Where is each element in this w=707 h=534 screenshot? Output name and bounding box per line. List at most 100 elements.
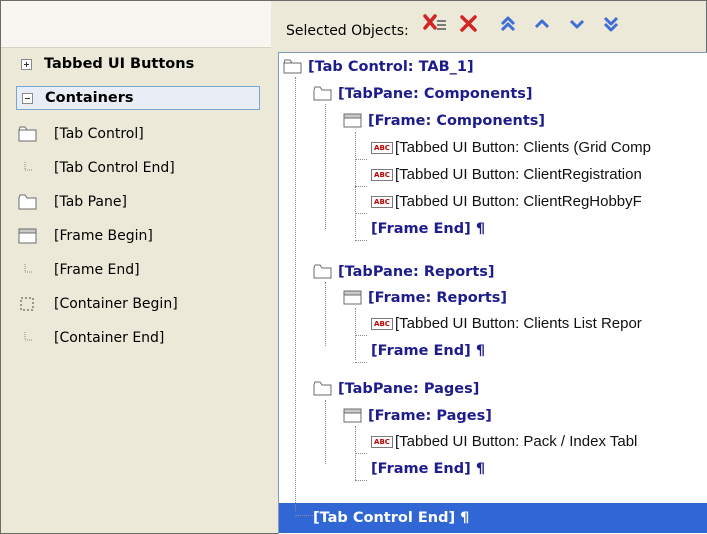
tree-node-frame-end[interactable]: [Frame End] ¶ xyxy=(371,215,485,242)
frame-icon xyxy=(343,290,362,305)
group-tabbed-ui-buttons[interactable]: Tabbed UI Buttons xyxy=(16,52,260,76)
end-marker-icon xyxy=(18,262,38,278)
move-down-button[interactable] xyxy=(564,11,590,37)
move-up-button[interactable] xyxy=(529,11,555,37)
tree-node-label: [TabPane: Components] xyxy=(338,85,533,102)
group-label: Containers xyxy=(45,90,134,106)
tree-guide xyxy=(325,104,326,229)
tree-guide xyxy=(355,186,367,187)
tree-node-label: [Tabbed UI Button: Pack / Index Tabl xyxy=(395,433,638,450)
palette-item-label: [Frame Begin] xyxy=(54,228,153,244)
tree-node-label: [Frame: Pages] xyxy=(368,407,492,424)
move-down-icon xyxy=(569,19,585,29)
abc-button-icon: ABC xyxy=(371,317,393,330)
tree-guide xyxy=(355,362,367,363)
group-label: Tabbed UI Buttons xyxy=(44,56,195,72)
tree-node-label: [Frame: Reports] xyxy=(368,289,508,306)
tree-guide xyxy=(355,308,356,360)
tree-guide xyxy=(295,77,296,511)
tree-guide xyxy=(325,400,326,464)
expand-icon[interactable] xyxy=(21,58,32,70)
tree-node-frame[interactable]: [Frame: Components] xyxy=(343,107,545,134)
delete-all-button[interactable] xyxy=(422,11,448,37)
end-marker-icon xyxy=(18,330,38,346)
tree-node-label: [Tab Control: TAB_1] xyxy=(308,58,474,75)
tree-node-button[interactable]: ABC [Tabbed UI Button: ClientRegHobbyF xyxy=(371,188,642,215)
tree-guide xyxy=(355,159,367,160)
abc-button-icon: ABC xyxy=(371,435,393,448)
tree-node-label: [TabPane: Pages] xyxy=(338,380,480,397)
move-bottom-icon xyxy=(603,16,619,32)
tree-guide xyxy=(325,282,326,346)
move-top-button[interactable] xyxy=(495,11,521,37)
tree-node-label: [TabPane: Reports] xyxy=(338,263,495,280)
frame-icon xyxy=(18,228,38,244)
tree-node-tab-control-end[interactable]: [Tab Control End] ¶ xyxy=(313,504,469,531)
tree-node-label: [Tabbed UI Button: ClientRegHobbyF xyxy=(395,193,642,210)
tab-folder-icon xyxy=(18,194,38,210)
tree-guide xyxy=(295,515,315,516)
tab-folder-icon xyxy=(313,86,332,101)
tab-folder-icon xyxy=(313,381,332,396)
tree-guide xyxy=(355,240,367,241)
frame-icon xyxy=(343,408,362,423)
tree-node-tabpane[interactable]: [TabPane: Pages] xyxy=(313,375,479,402)
tree-node-frame-end[interactable]: [Frame End] ¶ xyxy=(371,455,485,482)
tree-node-label: [Tabbed UI Button: ClientRegistration xyxy=(395,166,642,183)
frame-icon xyxy=(343,113,362,128)
tree-node-frame[interactable]: [Frame: Pages] xyxy=(343,402,492,429)
move-up-icon xyxy=(534,19,550,29)
tab-folder-icon xyxy=(313,264,332,279)
tree-guide xyxy=(355,335,367,336)
tree-guide xyxy=(355,213,367,214)
palette-item-label: [Container Begin] xyxy=(54,296,178,312)
tree-node-label: [Frame End] ¶ xyxy=(371,342,486,359)
tree-node-tabpane[interactable]: [TabPane: Components] xyxy=(313,80,533,107)
delete-button[interactable] xyxy=(456,11,482,37)
tree-guide xyxy=(355,480,367,481)
container-icon xyxy=(18,296,38,312)
tree-guide xyxy=(355,132,356,238)
tree-node-tabpane[interactable]: [TabPane: Reports] xyxy=(313,258,495,285)
tree-node-frame[interactable]: [Frame: Reports] xyxy=(343,284,507,311)
tree-node-label: [Tabbed UI Button: Clients (Grid Comp xyxy=(395,139,651,156)
palette-item-tab-control[interactable]: [Tab Control] xyxy=(18,122,144,146)
palette-item-label: [Tab Pane] xyxy=(54,194,127,210)
move-top-icon xyxy=(500,16,516,32)
tree-node-frame-end[interactable]: [Frame End] ¶ xyxy=(371,337,485,364)
tree-node-button[interactable]: ABC [Tabbed UI Button: ClientRegistratio… xyxy=(371,161,642,188)
delete-all-icon xyxy=(423,14,446,30)
palette-item-container-end[interactable]: [Container End] xyxy=(18,326,164,350)
end-marker-icon xyxy=(18,160,38,176)
palette-header xyxy=(1,1,271,48)
palette-item-label: [Frame End] xyxy=(54,262,140,278)
palette-item-label: [Tab Control End] xyxy=(54,160,175,176)
move-bottom-button[interactable] xyxy=(598,11,624,37)
palette-item-tab-control-end[interactable]: [Tab Control End] xyxy=(18,156,175,180)
tree-node-label: [Tab Control End] ¶ xyxy=(313,509,470,526)
tree-node-label: [Tabbed UI Button: Clients List Repor xyxy=(395,315,642,332)
tree-node-tab-control[interactable]: [Tab Control: TAB_1] xyxy=(283,53,474,80)
abc-button-icon: ABC xyxy=(371,195,393,208)
tree-node-button[interactable]: ABC [Tabbed UI Button: Clients List Repo… xyxy=(371,310,642,337)
palette-item-container-begin[interactable]: [Container Begin] xyxy=(18,292,178,316)
tree-guide xyxy=(355,453,367,454)
tree-node-button[interactable]: ABC [Tabbed UI Button: Clients (Grid Com… xyxy=(371,134,651,161)
abc-button-icon: ABC xyxy=(371,168,393,181)
group-containers[interactable]: Containers xyxy=(16,86,260,110)
palette-item-label: [Tab Control] xyxy=(54,126,144,142)
palette-item-frame-end[interactable]: [Frame End] xyxy=(18,258,140,282)
palette-item-tab-pane[interactable]: [Tab Pane] xyxy=(18,190,127,214)
tab-folder-icon xyxy=(18,126,38,142)
selected-objects-tree[interactable]: [Tab Control: TAB_1] [TabPane: Component… xyxy=(278,52,707,534)
collapse-icon[interactable] xyxy=(22,92,33,104)
tree-node-label: [Frame End] ¶ xyxy=(371,460,486,477)
tree-node-label: [Frame End] ¶ xyxy=(371,220,486,237)
tree-node-button[interactable]: ABC [Tabbed UI Button: Pack / Index Tabl xyxy=(371,428,637,455)
abc-button-icon: ABC xyxy=(371,141,393,154)
selected-objects-label: Selected Objects: xyxy=(286,23,409,39)
palette-item-label: [Container End] xyxy=(54,330,165,346)
palette-item-frame-begin[interactable]: [Frame Begin] xyxy=(18,224,153,248)
selected-objects-toolbar: Selected Objects: xyxy=(272,1,706,51)
tree-node-label: [Frame: Components] xyxy=(368,112,546,129)
